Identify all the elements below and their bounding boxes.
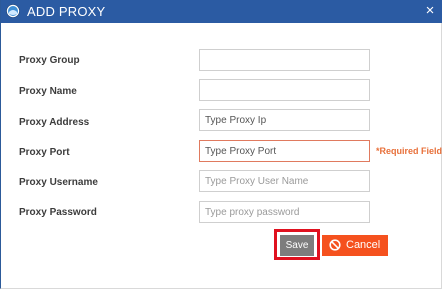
required-field-note: *Required Field xyxy=(376,146,442,156)
proxy-group-label: Proxy Group xyxy=(19,55,80,66)
proxy-name-label: Proxy Name xyxy=(19,86,77,97)
proxy-username-input[interactable] xyxy=(199,170,370,192)
save-button[interactable]: Save xyxy=(280,235,314,256)
cancel-button-label: Cancel xyxy=(346,239,381,251)
proxy-password-label: Proxy Password xyxy=(19,207,97,218)
dialog-title: ADD PROXY xyxy=(27,4,106,19)
proxy-group-input[interactable] xyxy=(199,49,370,71)
proxy-port-input[interactable] xyxy=(199,140,370,162)
add-proxy-dialog: ADD PROXY × Proxy Group Proxy Name Proxy… xyxy=(0,0,442,289)
proxy-name-input[interactable] xyxy=(199,79,370,101)
app-globe-icon xyxy=(6,4,20,18)
proxy-address-label: Proxy Address xyxy=(19,117,90,128)
ban-icon xyxy=(329,239,341,251)
proxy-address-input[interactable] xyxy=(199,109,370,131)
proxy-port-label: Proxy Port xyxy=(19,147,70,158)
dialog-titlebar: ADD PROXY × xyxy=(1,0,442,23)
cancel-button[interactable]: Cancel xyxy=(322,235,388,256)
proxy-username-label: Proxy Username xyxy=(19,177,98,188)
proxy-password-input[interactable] xyxy=(199,201,370,223)
close-icon[interactable]: × xyxy=(423,3,437,19)
